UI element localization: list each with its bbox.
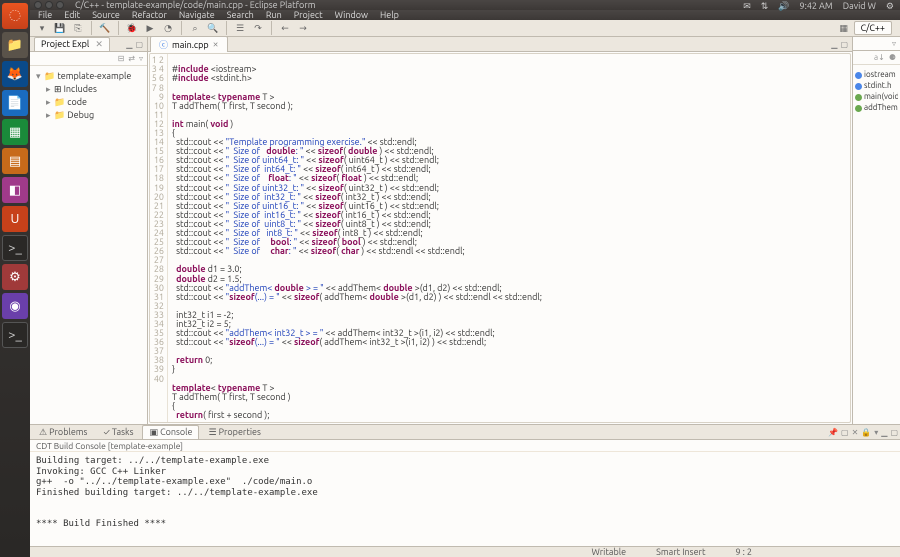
save-icon[interactable]: 💾 [52,20,68,36]
user-menu[interactable]: David W [843,1,876,11]
menu-source[interactable]: Source [92,10,120,20]
dash-icon[interactable]: ◌ [2,3,28,29]
project-explorer-view: Project Expl ✕ ▁ ▢ ⊟ ⇄ ▿ ▾📁 template-exa… [30,37,148,424]
status-insert: Smart Insert [656,547,705,557]
outline-item: addThem [855,102,898,113]
menu-refactor[interactable]: Refactor [132,10,167,20]
close-tab-icon[interactable]: ✕ [213,41,219,49]
menu-window[interactable]: Window [335,10,368,20]
gear-icon[interactable]: ⚙ [886,1,894,12]
editor-view: ⓒ main.cpp ✕ ▁ ▢ 1 2 3 4 5 6 7 8 9 10 11… [148,37,852,424]
minimize-console-icon[interactable]: ▁ [881,428,887,437]
debug-icon[interactable]: 🐞 [124,20,140,36]
eclipse-icon[interactable]: ◉ [2,293,28,319]
maximize-console-icon[interactable]: ▢ [890,428,898,437]
console-subtitle: CDT Build Console [template-example] [30,440,900,452]
project-explorer-tab[interactable]: Project Expl ✕ [34,37,110,51]
console-output[interactable]: Building target: ../../template-example.… [30,452,900,546]
main-toolbar: ▾ 💾 ⎘ 🔨 🐞 ▶ ◔ ⌕ 🔍 ☰ ↷ ← → ▦ C/C++ [30,20,900,37]
minimize-icon[interactable] [45,1,53,9]
window-title: C/C++ - template-example/code/main.cpp -… [75,0,315,10]
outline-menu-icon[interactable]: ▿ [892,39,896,48]
profile-icon[interactable]: ◔ [160,20,176,36]
settings-icon[interactable]: ⚙ [2,264,28,290]
outline-item: stdint.h [855,80,898,91]
minimize-view-icon[interactable]: ▁ [126,40,132,49]
clear-icon[interactable]: ✕ [852,428,859,437]
close-view-icon[interactable]: ✕ [95,39,103,49]
scroll-lock-icon[interactable]: 🔒 [861,428,871,437]
outline-view: ▿ a↓ ⚈ iostream stdint.h main(void addTh… [852,37,900,424]
menu-navigate[interactable]: Navigate [179,10,215,20]
window-titlebar: C/C++ - template-example/code/main.cpp -… [30,0,900,10]
link-editor-icon[interactable]: ⇄ [128,54,135,63]
maximize-view-icon[interactable]: ▢ [135,40,143,49]
close-icon[interactable] [34,1,42,9]
save-all-icon[interactable]: ⎘ [70,20,86,36]
display-icon[interactable]: ▢ [841,428,849,437]
maximize-editor-icon[interactable]: ▢ [840,40,848,49]
tab-console[interactable]: ▣ Console [142,425,199,439]
tab-tasks[interactable]: ✓ Tasks [96,425,140,439]
system-panel: ✉ ⇅ 🔊 9:42 AM David W ⚙ [743,0,900,12]
app-icon[interactable]: ◧ [2,177,28,203]
forward-icon[interactable]: → [295,20,311,36]
editor-tab-main[interactable]: ⓒ main.cpp ✕ [150,36,228,52]
search-icon[interactable]: 🔍 [205,20,221,36]
open-type-icon[interactable]: ⌕ [187,20,203,36]
menu-search[interactable]: Search [227,10,254,20]
menu-run[interactable]: Run [266,10,282,20]
unity-launcher[interactable]: ◌ 📁 🦊 📄 ▦ ▤ ◧ U >_ ⚙ ◉ >_ [0,0,30,557]
line-gutter: 1 2 3 4 5 6 7 8 9 10 11 12 13 14 15 16 1… [150,54,168,422]
clock[interactable]: 9:42 AM [800,1,833,11]
maximize-icon[interactable] [56,1,64,9]
terminal2-icon[interactable]: >_ [2,322,28,348]
network-icon[interactable]: ⇅ [761,1,769,12]
status-bar: Writable Smart Insert 9 : 2 [30,546,900,557]
console-view: ⚠ Problems ✓ Tasks ▣ Console ☰ Propertie… [30,424,900,546]
writer-icon[interactable]: 📄 [2,90,28,116]
filter-icon[interactable]: ⚈ [889,53,896,62]
firefox-icon[interactable]: 🦊 [2,61,28,87]
sound-icon[interactable]: 🔊 [778,1,789,12]
status-cursor: 9 : 2 [736,547,753,557]
step-icon[interactable]: ↷ [250,20,266,36]
view-menu-icon[interactable]: ▿ [139,54,143,63]
mail-icon[interactable]: ✉ [743,1,751,12]
software-center-icon[interactable]: U [2,206,28,232]
back-icon[interactable]: ← [277,20,293,36]
pin-icon[interactable]: 📌 [828,428,838,437]
open-perspective-icon[interactable]: ▦ [836,20,852,36]
code-editor[interactable]: 1 2 3 4 5 6 7 8 9 10 11 12 13 14 15 16 1… [149,53,851,423]
perspective-cpp[interactable]: C/C++ [854,21,892,35]
run-icon[interactable]: ▶ [142,20,158,36]
new-icon[interactable]: ▾ [34,20,50,36]
outline-item: main(void [855,91,898,102]
build-icon[interactable]: 🔨 [97,20,113,36]
tab-properties[interactable]: ☰ Properties [201,425,267,440]
status-writable: Writable [592,547,627,557]
open-console-icon[interactable]: ▾ [874,428,878,437]
tab-problems[interactable]: ⚠ Problems [32,425,94,440]
toggle-breadcrumb-icon[interactable]: ☰ [232,20,248,36]
outline-item: iostream [855,69,898,80]
sort-icon[interactable]: a↓ [874,53,885,62]
menu-help[interactable]: Help [380,10,399,20]
project-tree[interactable]: ▾📁 template-example ▸⊞ Includes ▸📁 code … [30,66,147,126]
minimize-editor-icon[interactable]: ▁ [831,40,837,49]
collapse-all-icon[interactable]: ⊟ [118,54,125,63]
code-text[interactable]: #include <iostream> #include <stdint.h> … [168,54,850,422]
menu-file[interactable]: File [38,10,52,20]
calc-icon[interactable]: ▦ [2,119,28,145]
menu-project[interactable]: Project [294,10,323,20]
impress-icon[interactable]: ▤ [2,148,28,174]
terminal-icon[interactable]: >_ [2,235,28,261]
menu-edit[interactable]: Edit [64,10,80,20]
nautilus-icon[interactable]: 📁 [2,32,28,58]
